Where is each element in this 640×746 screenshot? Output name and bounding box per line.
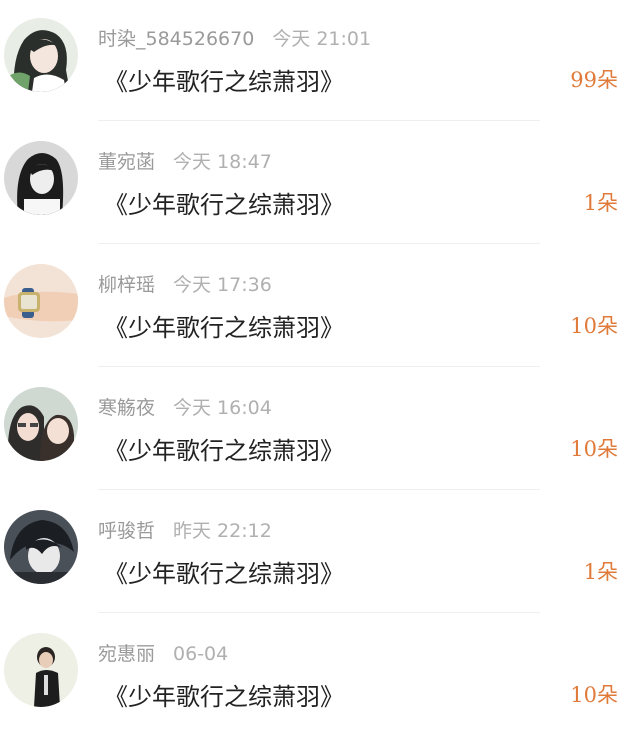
list-item[interactable]: 宛惠丽 06-04 《少年歌行之综萧羽》 10朵 — [0, 615, 640, 738]
timestamp: 06-04 — [173, 643, 229, 665]
divider — [98, 612, 540, 613]
username[interactable]: 宛惠丽 — [98, 643, 155, 665]
avatar[interactable] — [4, 510, 78, 584]
gift-count: 1朵 — [583, 560, 618, 584]
timestamp: 今天 17:36 — [173, 274, 272, 296]
list-item[interactable]: 寒觞夜 今天 16:04 《少年歌行之综萧羽》 10朵 — [0, 369, 640, 492]
timestamp: 昨天 22:12 — [173, 520, 272, 542]
username[interactable]: 呼骏哲 — [98, 520, 155, 542]
book-title[interactable]: 《少年歌行之综萧羽》 — [104, 677, 344, 712]
divider — [98, 243, 540, 244]
avatar[interactable] — [4, 387, 78, 461]
avatar[interactable] — [4, 264, 78, 338]
username[interactable]: 时染_584526670 — [98, 28, 254, 50]
list-item[interactable]: 柳梓瑶 今天 17:36 《少年歌行之综萧羽》 10朵 — [0, 246, 640, 369]
gift-count: 10朵 — [570, 314, 618, 338]
gift-list: 时染_584526670 今天 21:01 《少年歌行之综萧羽》 99朵 董宛菡今… — [0, 0, 640, 738]
book-title[interactable]: 《少年歌行之综萧羽》 — [104, 554, 344, 589]
avatar[interactable] — [4, 141, 78, 215]
list-item[interactable]: 呼骏哲 昨天 22:12 《少年歌行之综萧羽》 1朵 — [0, 492, 640, 615]
username[interactable]: 柳梓瑶 — [98, 274, 155, 296]
divider — [98, 120, 540, 121]
gift-count: 10朵 — [570, 683, 618, 707]
timestamp: 今天 16:04 — [173, 397, 272, 419]
timestamp: 今天 21:01 — [272, 28, 372, 50]
timestamp: 今天 18:47 — [173, 151, 272, 173]
anime-boy-avatar-icon — [4, 510, 78, 584]
book-title[interactable]: 《少年歌行之综萧羽》 — [104, 308, 344, 343]
two-girls-avatar-icon — [4, 387, 78, 461]
wristwatch-avatar-icon — [4, 264, 78, 338]
username[interactable]: 董宛菡 — [98, 151, 155, 173]
divider — [98, 489, 540, 490]
list-item[interactable]: 董宛菡 今天 18:47 《少年歌行之综萧羽》 1朵 — [0, 123, 640, 246]
bw-girl-avatar-icon — [4, 141, 78, 215]
anime-swordsman-avatar-icon — [4, 18, 78, 92]
avatar[interactable] — [4, 633, 78, 707]
list-item[interactable]: 时染_584526670 今天 21:01 《少年歌行之综萧羽》 99朵 — [0, 0, 640, 123]
divider — [98, 366, 540, 367]
gift-count: 10朵 — [570, 437, 618, 461]
book-title[interactable]: 《少年歌行之综萧羽》 — [104, 431, 344, 466]
book-title[interactable]: 《少年歌行之综萧羽》 — [104, 185, 344, 220]
gift-count: 99朵 — [570, 68, 618, 92]
book-title[interactable]: 《少年歌行之综萧羽》 — [104, 62, 344, 97]
gift-count: 1朵 — [583, 191, 618, 215]
avatar[interactable] — [4, 18, 78, 92]
username[interactable]: 寒觞夜 — [98, 397, 155, 419]
person-black-jacket-avatar-icon — [4, 633, 78, 707]
